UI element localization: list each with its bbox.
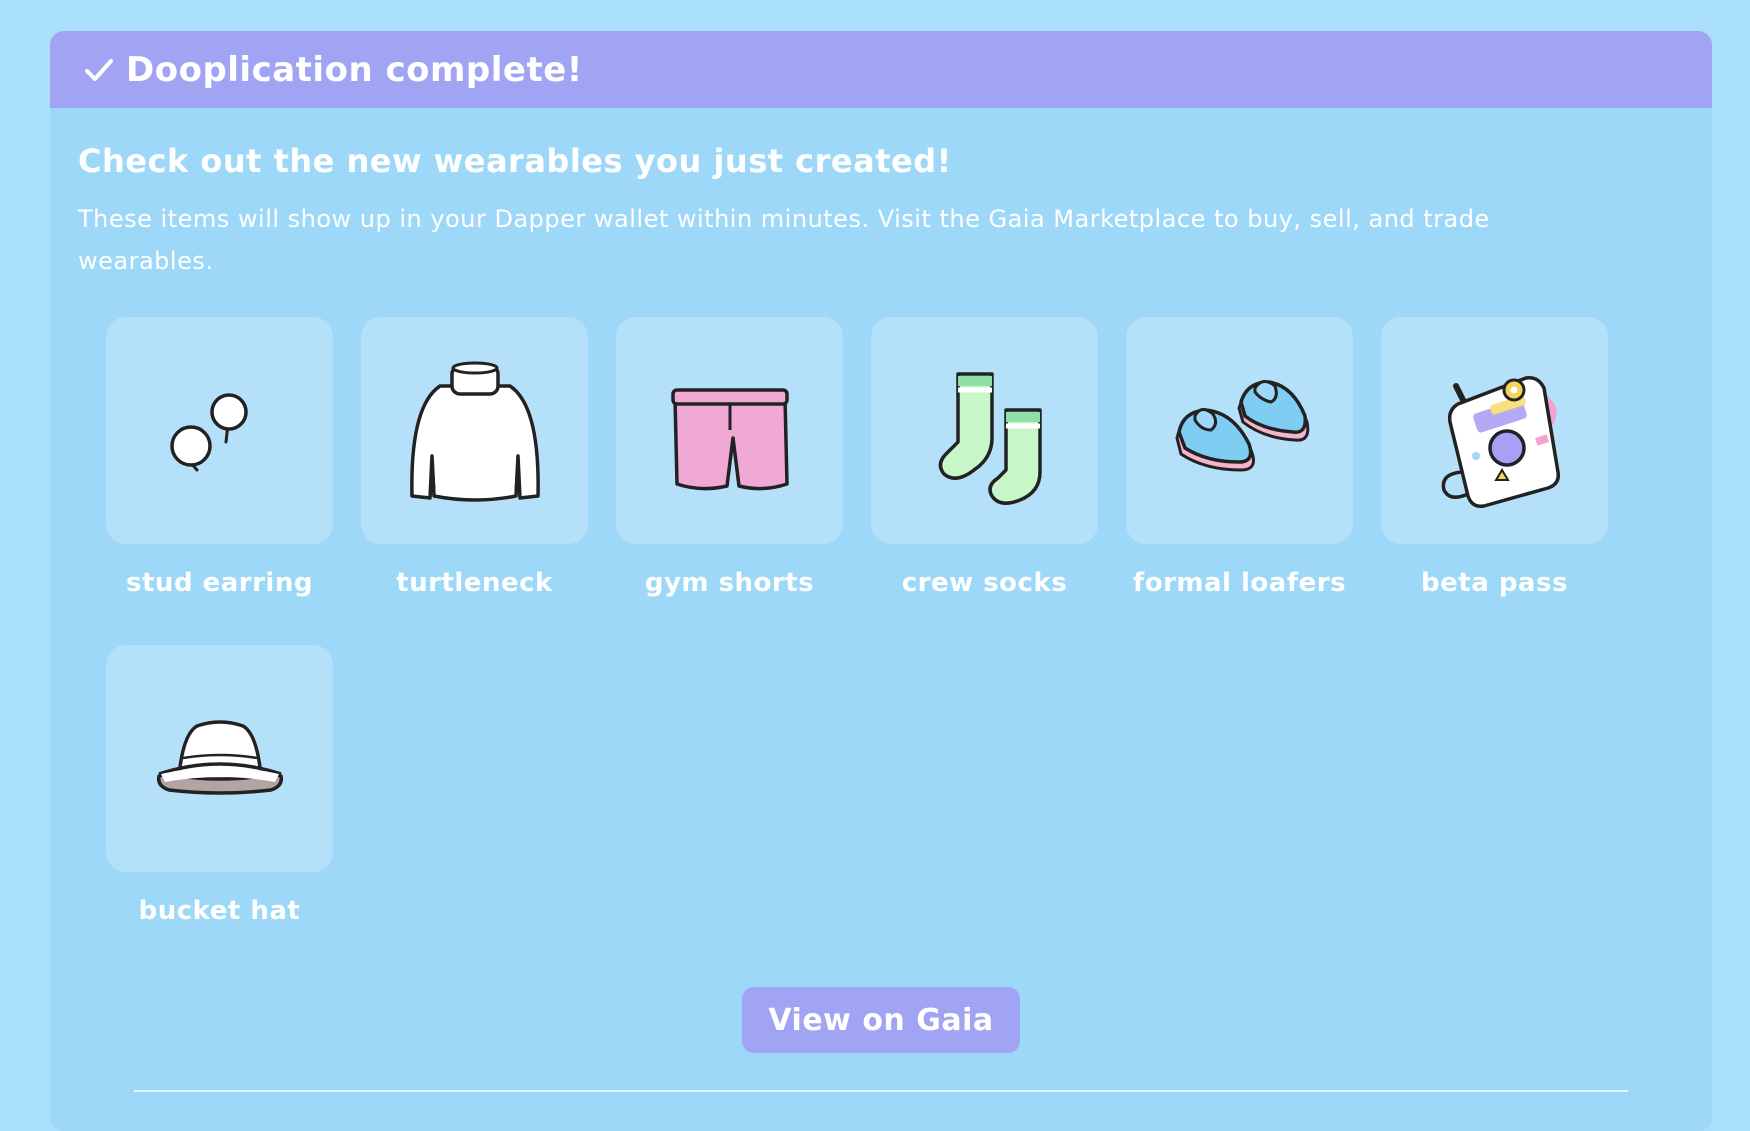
wearable-label: stud earring	[126, 568, 313, 598]
wearable-item[interactable]: turtleneck	[361, 317, 588, 598]
check-icon	[85, 58, 113, 81]
wearable-tile[interactable]	[106, 317, 333, 544]
wearable-item[interactable]: stud earring	[106, 317, 333, 598]
page-heading: Check out the new wearables you just cre…	[78, 142, 952, 180]
wearable-label: gym shorts	[644, 568, 815, 598]
page-description: These items will show up in your Dapper …	[78, 205, 1490, 275]
wearable-label: bucket hat	[138, 896, 301, 926]
wearable-tile[interactable]	[361, 317, 588, 544]
stud-earring-icon	[169, 392, 248, 471]
beta-pass-icon	[1441, 375, 1560, 508]
wearable-label: formal loafers	[1132, 568, 1347, 598]
success-banner: Dooplication complete!	[50, 31, 1712, 108]
divider	[134, 1090, 1628, 1092]
wearable-item[interactable]: gym shorts	[616, 317, 843, 598]
bucket-hat-icon	[156, 719, 283, 795]
wearable-item[interactable]: beta pass	[1381, 317, 1608, 598]
turtleneck-icon	[409, 361, 540, 502]
content: Check out the new wearables you just cre…	[50, 108, 1712, 282]
formal-loafers-icon	[1174, 379, 1309, 472]
wearable-tile[interactable]	[1381, 317, 1608, 544]
wearable-item[interactable]: crew socks	[871, 317, 1098, 598]
view-on-gaia-button[interactable]: View on Gaia	[742, 987, 1020, 1053]
gym-shorts-icon	[670, 387, 789, 490]
crew-socks-icon	[938, 371, 1042, 505]
wearable-label: crew socks	[901, 568, 1068, 598]
wearable-tile[interactable]	[1126, 317, 1353, 544]
dooplication-panel: Dooplication complete! Check out the new…	[50, 31, 1712, 1131]
wearable-tile[interactable]	[106, 645, 333, 872]
wearable-tile[interactable]	[871, 317, 1098, 544]
wearable-tile[interactable]	[616, 317, 843, 544]
wearable-item[interactable]: formal loafers	[1126, 317, 1353, 598]
banner-title: Dooplication complete!	[126, 49, 583, 90]
wearable-label: turtleneck	[396, 568, 553, 598]
wearable-label: beta pass	[1421, 568, 1568, 598]
wearable-item[interactable]: bucket hat	[106, 645, 333, 926]
